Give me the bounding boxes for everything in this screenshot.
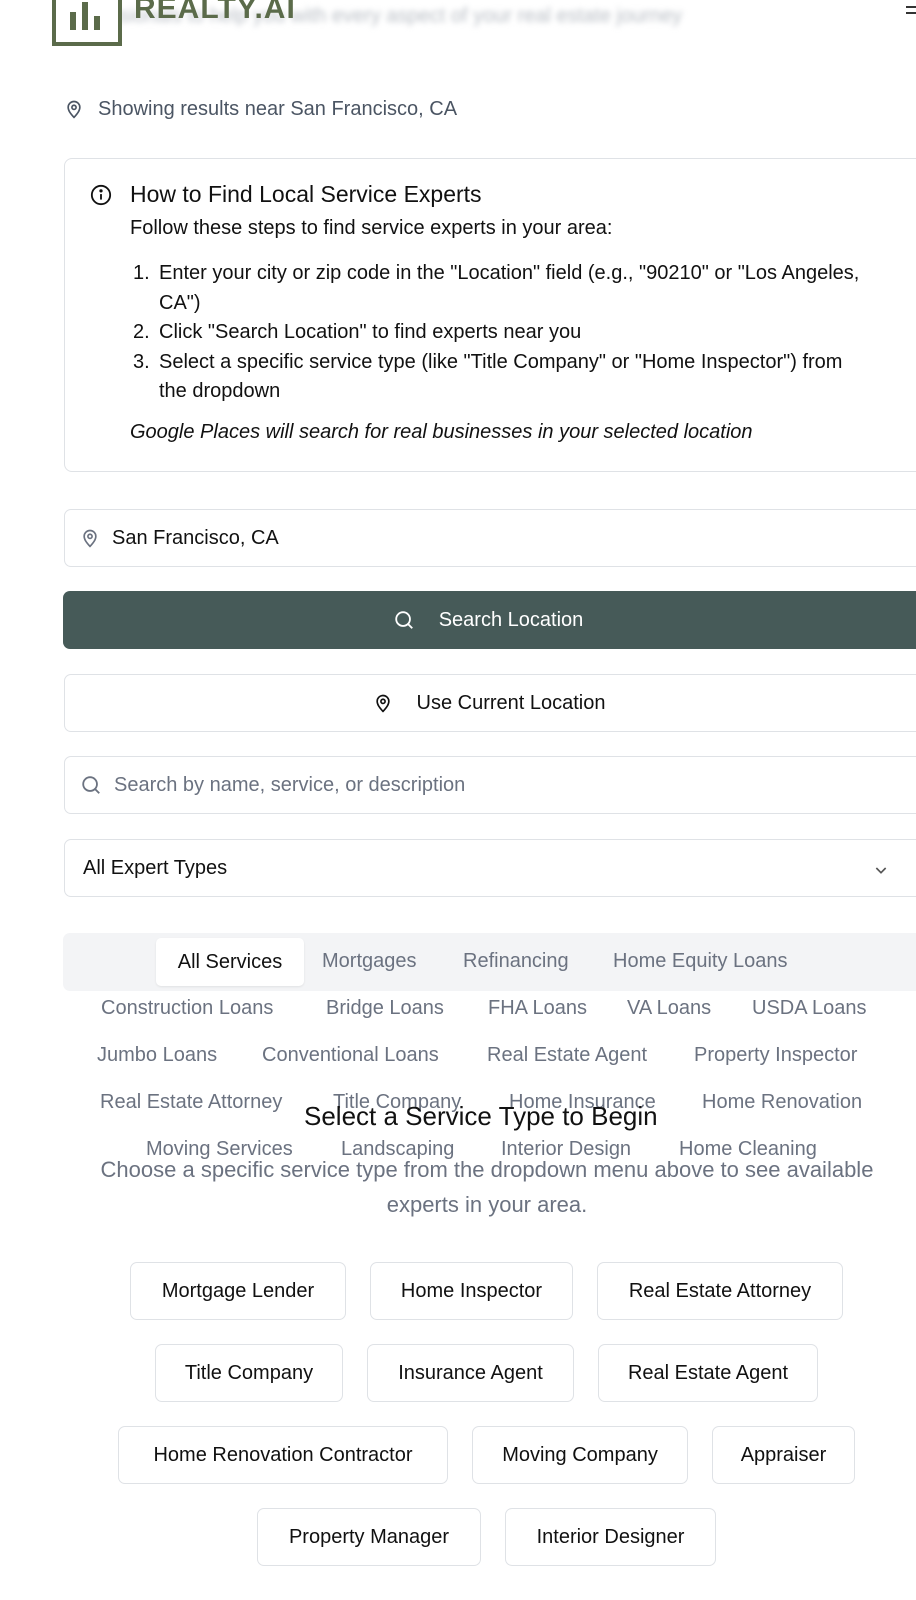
use-current-location-button[interactable]: Use Current Location xyxy=(64,674,916,732)
how-to-card: How to Find Local Service Experts Follow… xyxy=(64,158,916,472)
how-to-steps: 1. Enter your city or zip code in the "Lo… xyxy=(130,259,870,407)
location-field[interactable] xyxy=(64,509,916,567)
tab-jumbo-loans[interactable]: Jumbo Loans xyxy=(97,1044,217,1067)
service-chip-insurance-agent[interactable]: Insurance Agent xyxy=(367,1344,574,1402)
chevron-down-icon xyxy=(875,867,887,874)
tab-construction-loans[interactable]: Construction Loans xyxy=(101,997,273,1020)
tab-mortgages[interactable]: Mortgages xyxy=(322,950,417,973)
info-icon xyxy=(90,184,112,206)
tab-real-estate-attorney[interactable]: Real Estate Attorney xyxy=(100,1091,282,1114)
how-to-note: Google Places will search for real busin… xyxy=(130,421,753,443)
location-notice-text: Showing results near San Francisco, CA xyxy=(98,97,458,120)
search-location-label: Search Location xyxy=(438,608,584,631)
menu-icon[interactable] xyxy=(906,4,916,18)
tab-conventional-loans[interactable]: Conventional Loans xyxy=(262,1044,439,1067)
service-chip-interior-designer[interactable]: Interior Designer xyxy=(505,1508,716,1566)
tab-real-estate-agent[interactable]: Real Estate Agent xyxy=(487,1044,647,1067)
map-pin-icon xyxy=(67,100,81,119)
bar-chart-icon xyxy=(70,2,104,30)
search-icon xyxy=(80,774,102,796)
how-to-step: 1. Enter your city or zip code in the "Lo… xyxy=(133,262,860,314)
service-chip-moving-company[interactable]: Moving Company xyxy=(472,1426,688,1484)
tab-bridge-loans[interactable]: Bridge Loans xyxy=(326,997,444,1020)
location-input[interactable] xyxy=(112,526,872,550)
tab-va-loans[interactable]: VA Loans xyxy=(627,997,711,1020)
search-field[interactable] xyxy=(64,756,916,814)
expert-type-select[interactable]: All Expert Types xyxy=(64,839,916,897)
service-chip-home-inspector[interactable]: Home Inspector xyxy=(370,1262,573,1320)
tab-usda-loans[interactable]: USDA Loans xyxy=(752,997,867,1020)
tab-refinancing[interactable]: Refinancing xyxy=(463,950,569,973)
empty-state-title: Select a Service Type to Begin xyxy=(304,1101,658,1131)
empty-state-description: Choose a specific service type from the … xyxy=(100,1157,874,1217)
how-to-step: 3. Select a specific service type (like "… xyxy=(133,350,843,403)
service-chip-real-estate-attorney[interactable]: Real Estate Attorney xyxy=(597,1262,843,1320)
service-chip-home-renovation-contractor[interactable]: Home Renovation Contractor xyxy=(118,1426,448,1484)
service-chip-property-manager[interactable]: Property Manager xyxy=(257,1508,481,1566)
service-chip-real-estate-agent[interactable]: Real Estate Agent xyxy=(598,1344,818,1402)
search-icon xyxy=(395,611,413,629)
tab-fha-loans[interactable]: FHA Loans xyxy=(488,997,587,1020)
service-chip-appraiser[interactable]: Appraiser xyxy=(712,1426,855,1484)
tab-property-inspector[interactable]: Property Inspector xyxy=(694,1044,857,1067)
tab-all-services[interactable]: All Services xyxy=(156,938,304,986)
logo-mark[interactable] xyxy=(52,0,122,46)
search-location-button[interactable]: Search Location xyxy=(63,591,916,649)
expert-type-select-value: All Expert Types xyxy=(83,856,228,879)
map-pin-icon xyxy=(80,526,100,550)
how-to-title: How to Find Local Service Experts xyxy=(130,181,482,207)
service-chip-mortgage-lender[interactable]: Mortgage Lender xyxy=(130,1262,346,1320)
tab-home-renovation[interactable]: Home Renovation xyxy=(702,1091,862,1114)
location-notice: Showing results near San Francisco, CA xyxy=(64,96,457,122)
use-current-location-label: Use Current Location xyxy=(416,691,606,714)
map-pin-icon xyxy=(375,694,390,713)
service-chip-title-company[interactable]: Title Company xyxy=(155,1344,343,1402)
tab-home-equity-loans[interactable]: Home Equity Loans xyxy=(613,950,788,973)
how-to-step: 2. Click "Search Location" to find expert… xyxy=(133,321,582,343)
search-input[interactable] xyxy=(114,773,874,797)
how-to-intro: Follow these steps to find service exper… xyxy=(130,217,613,239)
logo-text[interactable]: REALTY.AI xyxy=(134,0,296,26)
